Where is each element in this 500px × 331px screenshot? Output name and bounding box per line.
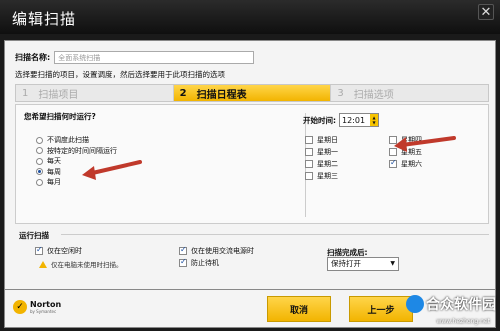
checkbox[interactable] (305, 136, 313, 144)
time-spinner[interactable]: ▲ ▼ (370, 114, 378, 126)
checkbox[interactable] (305, 148, 313, 156)
radio-option-no-schedule[interactable]: 不调度此扫描 (36, 135, 117, 146)
window-title: 编辑扫描 (12, 10, 77, 28)
edit-scan-window: 编辑扫描 ✕ 扫描名称: 全面系统扫描 选择要扫描的项目，设置调度，然后选择要用… (0, 0, 500, 331)
tab-scan-items[interactable]: 1 扫描项目 (16, 85, 174, 101)
spinner-down-icon[interactable]: ▼ (372, 120, 375, 125)
radio-label: 每月 (47, 178, 61, 187)
checkbox-tuesday[interactable]: 星期二 (305, 159, 338, 169)
radio-button[interactable] (36, 136, 43, 144)
step-number: 3 (337, 87, 344, 99)
chevron-down-icon: ▼ (390, 260, 395, 267)
brand-sub: by Symantec (30, 308, 57, 314)
step-label: 扫描项目 (38, 89, 79, 101)
tab-scan-options[interactable]: 3 扫描选项 (331, 85, 488, 101)
watermark-logo-icon (406, 295, 424, 313)
start-time-label: 开始时间: (303, 115, 336, 125)
scan-name-row: 扫描名称: 全面系统扫描 (15, 50, 255, 64)
day-label: 星期一 (317, 148, 338, 156)
wizard-steps: 1 扫描项目 2 扫描日程表 3 扫描选项 (15, 84, 489, 102)
checkbox-monday[interactable]: 星期一 (305, 147, 338, 157)
checkbox-wednesday[interactable]: 星期三 (305, 171, 338, 181)
description-text: 选择要扫描的项目，设置调度，然后选择要用于此项扫描的选项 (15, 70, 225, 79)
start-time-input[interactable]: 12:01 ▲ ▼ (339, 113, 379, 127)
title-bar: 编辑扫描 ✕ (0, 0, 500, 34)
norton-check-icon: ✓ (13, 300, 27, 314)
brand-name: Norton (30, 299, 62, 309)
previous-button[interactable]: 上一步 (349, 296, 413, 322)
annotation-arrow-right (394, 136, 456, 152)
radio-label: 每周 (47, 167, 61, 176)
start-time-value: 12:01 (342, 115, 366, 125)
radio-button[interactable] (36, 178, 43, 186)
checkbox-checked[interactable] (179, 257, 187, 267)
close-icon[interactable]: ✕ (478, 4, 494, 20)
note-text: 仅在电脑未使用时扫描。 (51, 261, 123, 269)
annotation-arrow-left (82, 160, 142, 180)
radio-button-selected[interactable] (36, 168, 43, 176)
run-scan-title: 运行扫描 (19, 231, 49, 240)
checkbox-idle-only[interactable]: 仅在空闲时 (35, 245, 82, 256)
day-label: 星期六 (401, 160, 422, 168)
day-label: 星期三 (317, 172, 338, 180)
start-time-row: 开始时间: 12:01 ▲ ▼ (303, 113, 379, 127)
option-label: 仅在使用交流电源时 (191, 247, 254, 255)
checkbox-prevent-standby[interactable]: 防止待机 (179, 257, 219, 268)
step-number: 2 (179, 87, 187, 99)
checkbox[interactable] (305, 172, 313, 180)
watermark-text: 合众软件园 (426, 297, 496, 313)
warning-icon (39, 260, 47, 268)
radio-label: 每天 (47, 157, 61, 166)
checkbox-ac-power[interactable]: 仅在使用交流电源时 (179, 245, 254, 256)
step-label: 扫描选项 (353, 89, 394, 101)
norton-logo: ✓ Norton by Symantec (13, 300, 61, 314)
tab-scan-schedule[interactable]: 2 扫描日程表 (173, 85, 332, 101)
scan-settings-content: 扫描名称: 全面系统扫描 选择要扫描的项目，设置调度，然后选择要用于此项扫描的选… (4, 40, 496, 290)
watermark-url: www.hezhong.net (436, 318, 490, 325)
radio-button[interactable] (36, 157, 43, 165)
section-divider (61, 234, 489, 235)
checkbox-checked[interactable] (179, 245, 187, 255)
step-number: 1 (22, 87, 29, 99)
cancel-button[interactable]: 取消 (267, 296, 331, 322)
radio-button[interactable] (36, 147, 43, 155)
checkbox-saturday[interactable]: 星期六 (389, 158, 422, 169)
schedule-question: 您希望扫描何时运行? (24, 112, 96, 121)
day-label: 星期日 (317, 136, 338, 144)
checkbox-sunday[interactable]: 星期日 (305, 135, 338, 145)
step-label: 扫描日程表 (196, 89, 247, 101)
checkbox-checked[interactable] (389, 158, 397, 168)
scan-name-input[interactable]: 全面系统扫描 (54, 50, 255, 64)
checkbox-checked[interactable] (35, 245, 43, 255)
radio-label: 按特定的时间间隔运行 (47, 146, 117, 155)
after-scan-value: 保持打开 (331, 259, 361, 268)
scan-name-label: 扫描名称: (15, 52, 51, 62)
after-scan-select[interactable]: 保持打开 ▼ (327, 257, 399, 271)
checkbox[interactable] (305, 160, 313, 168)
option-label: 防止待机 (191, 259, 219, 267)
day-label: 星期二 (317, 160, 338, 168)
watermark: 合众软件园 (406, 294, 496, 314)
radio-label: 不调度此扫描 (47, 136, 89, 145)
idle-note: 仅在电脑未使用时扫描。 (39, 259, 123, 269)
radio-option-interval[interactable]: 按特定的时间间隔运行 (36, 146, 117, 157)
option-label: 仅在空闲时 (47, 247, 82, 255)
